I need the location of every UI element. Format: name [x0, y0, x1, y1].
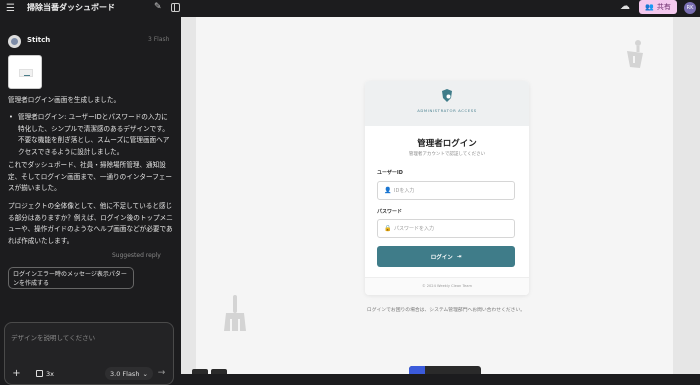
share-button[interactable]: 👥 共有: [639, 0, 677, 14]
user-icon: 👤: [384, 187, 392, 194]
user-avatar[interactable]: RK: [684, 2, 696, 14]
screen-frame: ADMINISTRATOR ACCESS 管理者ログイン 管理者アカウントで認証…: [196, 17, 673, 374]
message-bullets: 管理者ログイン: ユーザーIDとパスワードの入力に特化した、シンプルで清潔感のあ…: [8, 112, 174, 158]
top-bar: ☰ 掃除当番ダッシュボード ✎ ☁ 👥 共有 RK: [0, 0, 700, 17]
share-label: 共有: [656, 3, 671, 11]
menu-icon[interactable]: ☰: [6, 3, 17, 14]
bullet-item: 管理者ログイン: ユーザーIDとパスワードの入力に特化した、シンプルで清潔感のあ…: [8, 112, 174, 158]
sidebar-toggle-icon[interactable]: [171, 3, 180, 12]
login-card: ADMINISTRATOR ACCESS 管理者ログイン 管理者アカウントで認証…: [365, 81, 529, 295]
header-caption: ADMINISTRATOR ACCESS: [417, 108, 477, 113]
cloud-icon[interactable]: ☁: [620, 1, 630, 12]
edit-icon[interactable]: ✎: [154, 2, 162, 12]
thumbnail-preview: [19, 69, 33, 77]
suggestion-chip[interactable]: ログインエラー時のメッセージ表示パターンを作成する: [8, 267, 134, 289]
add-icon[interactable]: +: [11, 369, 22, 380]
people-icon: 👥: [645, 3, 654, 11]
agent-header: Stitch 3 Flash: [8, 35, 178, 49]
password-placeholder: パスワードを入力: [394, 226, 435, 232]
login-arrow-icon: ⇥: [456, 253, 462, 260]
lock-icon: 🔒: [384, 225, 392, 232]
login-button[interactable]: ログイン ⇥: [377, 246, 515, 267]
agent-avatar: [8, 35, 21, 48]
card-footer: © 2024 Weekly Clean Team: [365, 277, 529, 295]
copyright-text: © 2024 Weekly Clean Team: [422, 284, 472, 288]
card-header: ADMINISTRATOR ACCESS: [365, 81, 529, 126]
agent-model-badge: 3 Flash: [148, 36, 170, 43]
help-text: ログインでお困りの場合は、システム管理部門へお問い合わせください。: [366, 308, 526, 313]
page-title: 管理者ログイン: [417, 139, 477, 149]
login-button-label: ログイン: [430, 254, 453, 261]
canvas-toolbar[interactable]: [409, 366, 481, 374]
project-title[interactable]: 掃除当番ダッシュボード: [27, 2, 115, 14]
suggested-reply-label: Suggested reply: [112, 252, 161, 259]
message-intro: 管理者ログイン画面を生成しました。: [8, 96, 121, 104]
user-id-label: ユーザーID: [377, 170, 403, 176]
message-summary: これでダッシュボード、社員・掃除場所管理、通知設定、そしてログイン画面まで、一通…: [8, 161, 172, 192]
agent-name: Stitch: [27, 36, 51, 44]
prompt-box[interactable]: デザインを説明してください + 3x 3.0 Flash ⌄ →: [4, 322, 174, 385]
design-thumbnail[interactable]: [8, 55, 42, 89]
password-label: パスワード: [377, 209, 403, 215]
mode-chip[interactable]: [211, 369, 227, 374]
trash-bin-icon: [627, 40, 643, 68]
canvas-mode-toggle[interactable]: [192, 369, 230, 374]
mode-chip[interactable]: [192, 369, 208, 374]
design-canvas[interactable]: ADMINISTRATOR ACCESS 管理者ログイン 管理者アカウントで認証…: [181, 17, 700, 374]
select-tool-icon[interactable]: [409, 366, 425, 374]
broom-icon: [224, 295, 246, 331]
password-field[interactable]: 🔒 パスワードを入力: [377, 219, 515, 238]
shield-icon: [442, 89, 452, 102]
user-id-placeholder: IDを入力: [394, 188, 415, 194]
chat-panel: Stitch 3 Flash 管理者ログイン画面を生成しました。 管理者ログイン…: [0, 17, 181, 385]
page-subtitle: 管理者アカウントで認証してください: [408, 152, 486, 157]
user-id-field[interactable]: 👤 IDを入力: [377, 181, 515, 200]
prompt-input[interactable]: デザインを説明してください: [11, 332, 95, 342]
message-question: プロジェクトの全体像として、他に不足していると感じる部分はありますか？例えば、ロ…: [8, 202, 173, 245]
